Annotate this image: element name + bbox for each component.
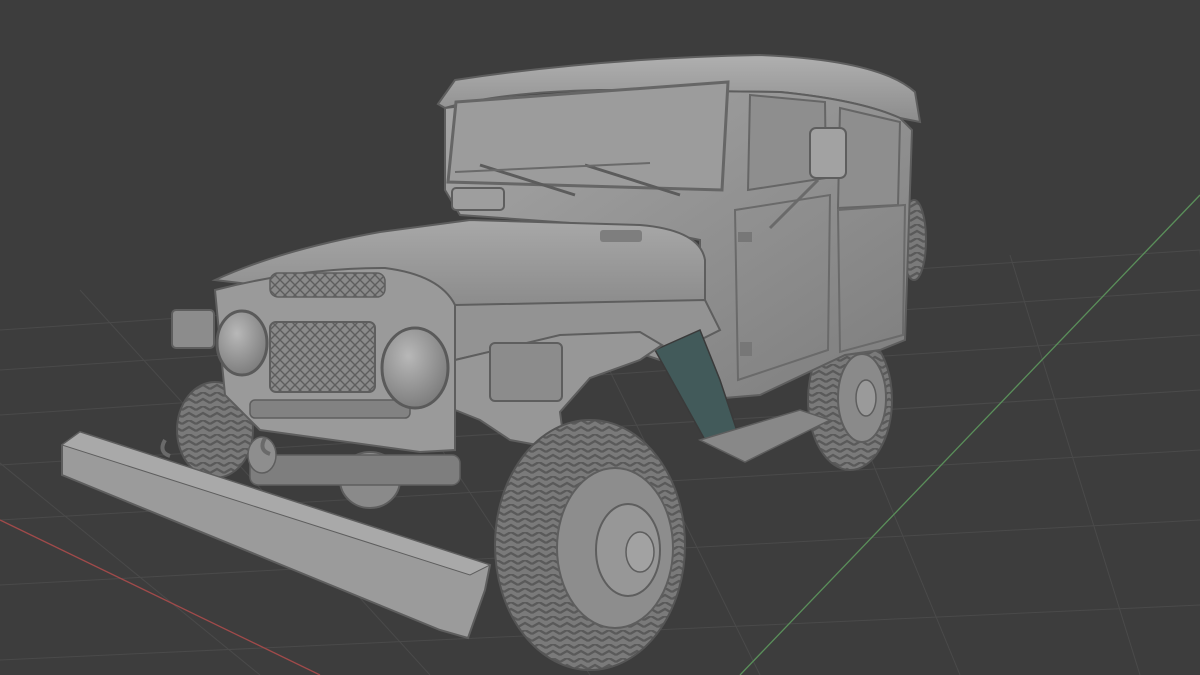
main-grille: [269, 321, 376, 393]
door-handle: [738, 232, 752, 242]
viewport-canvas[interactable]: [0, 0, 1200, 675]
turn-signal-right: [489, 342, 563, 402]
front-wheel: [494, 419, 686, 671]
door-handle-lower: [740, 342, 752, 356]
headlight-left: [215, 309, 269, 377]
cowl-lamp: [451, 187, 505, 211]
lower-grille-slot: [249, 399, 411, 419]
turn-signal-left: [171, 309, 215, 349]
vehicle-model[interactable]: [60, 53, 927, 671]
windshield: [446, 80, 730, 192]
upper-grille: [269, 272, 386, 298]
hood-vent: [600, 230, 642, 242]
headlight-right: [380, 326, 450, 410]
3d-viewport[interactable]: [0, 0, 1200, 675]
door-window-rear: [836, 106, 902, 210]
